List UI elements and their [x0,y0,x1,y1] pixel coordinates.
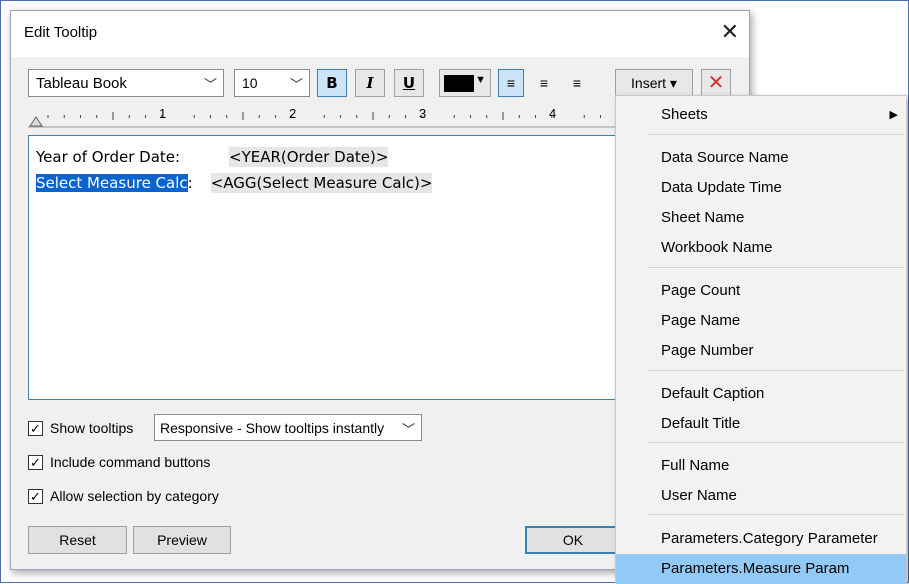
ruler-ticks [28,112,628,128]
menu-item-category-parameter[interactable]: Parameters.Category Parameter [616,524,906,554]
bold-button[interactable]: B [317,69,347,97]
menu-item-data-update-time[interactable]: Data Update Time [616,173,906,203]
menu-separator [648,134,904,135]
menu-item-sheet-name[interactable]: Sheet Name [616,203,906,233]
ruler-label: 2 [289,106,297,121]
title-bar: Edit Tooltip ✕ [11,11,749,57]
submenu-arrow-icon: ▶ [889,109,898,121]
field-token: <AGG(Select Measure Calc)> [210,173,433,193]
align-left-button[interactable]: ≡ [498,69,524,97]
clear-formatting-button[interactable]: ✕ [701,69,731,97]
indent-marker-icon [29,116,43,127]
editor-line: Select Measure Calc: <AGG(Select Measure … [36,173,433,193]
allow-selection-checkbox[interactable]: ✓ [28,489,43,504]
menu-separator [648,370,904,371]
menu-item-sheets[interactable]: Sheets ▶ [616,100,906,130]
show-tooltips-label: Show tooltips [50,420,134,436]
menu-item-page-number[interactable]: Page Number [616,336,906,366]
ruler: 1 2 3 4 [28,106,628,128]
selected-text: Select Measure Calc [36,174,188,192]
tooltip-editor[interactable]: Year of Order Date: <YEAR(Order Date)> Se… [28,135,628,400]
menu-separator [648,442,904,443]
preview-button[interactable]: Preview [133,526,231,554]
ok-button[interactable]: OK [525,526,621,554]
ruler-label: 3 [419,106,427,121]
align-center-button[interactable]: ≡ [531,69,557,97]
color-swatch [444,75,474,92]
font-size-value: 10 [242,75,258,91]
allow-selection-label: Allow selection by category [50,488,219,504]
menu-item-data-source-name[interactable]: Data Source Name [616,143,906,173]
chevron-down-icon: ﹀ [203,77,217,92]
menu-item-default-title[interactable]: Default Title [616,409,906,439]
include-command-buttons-label: Include command buttons [50,454,211,470]
editor-line: Year of Order Date: <YEAR(Order Date)> [36,147,389,167]
ruler-label: 1 [159,106,167,121]
insert-button[interactable]: Insert ▾ [615,69,693,97]
font-family-value: Tableau Book [36,75,127,92]
field-token: <YEAR(Order Date)> [229,147,389,167]
menu-item-measure-param[interactable]: Parameters.Measure Param [616,554,906,584]
menu-item-page-name[interactable]: Page Name [616,306,906,336]
line-label: Year of Order Date: [36,148,181,166]
underline-button[interactable]: U [394,69,424,97]
align-right-button[interactable]: ≡ [564,69,590,97]
line-colon: : [187,174,193,192]
tooltip-mode-select[interactable]: Responsive - Show tooltips instantly ﹀ [154,414,422,441]
close-icon[interactable]: ✕ [721,19,739,45]
menu-item-default-caption[interactable]: Default Caption [616,379,906,409]
menu-item-full-name[interactable]: Full Name [616,451,906,481]
menu-item-page-count[interactable]: Page Count [616,276,906,306]
dialog-title: Edit Tooltip [24,24,98,41]
insert-menu: Sheets ▶ Data Source Name Data Update Ti… [615,95,907,584]
chevron-down-icon: ﹀ [289,77,303,92]
chevron-down-icon: ﹀ [401,422,415,437]
font-size-select[interactable]: 10 ﹀ [234,69,310,97]
ruler-label: 4 [549,106,557,121]
menu-separator [648,514,904,515]
show-tooltips-checkbox[interactable]: ✓ [28,421,43,436]
reset-button[interactable]: Reset [28,526,127,554]
menu-separator [648,267,904,268]
menu-item-user-name[interactable]: User Name [616,481,906,511]
include-command-buttons-checkbox[interactable]: ✓ [28,455,43,470]
caret-down-icon: ▼ [475,74,486,86]
menu-item-workbook-name[interactable]: Workbook Name [616,233,906,263]
text-color-button[interactable]: ▼ [439,69,491,97]
font-family-select[interactable]: Tableau Book ﹀ [28,69,224,97]
italic-button[interactable]: I [355,69,385,97]
tooltip-mode-value: Responsive - Show tooltips instantly [160,420,385,436]
